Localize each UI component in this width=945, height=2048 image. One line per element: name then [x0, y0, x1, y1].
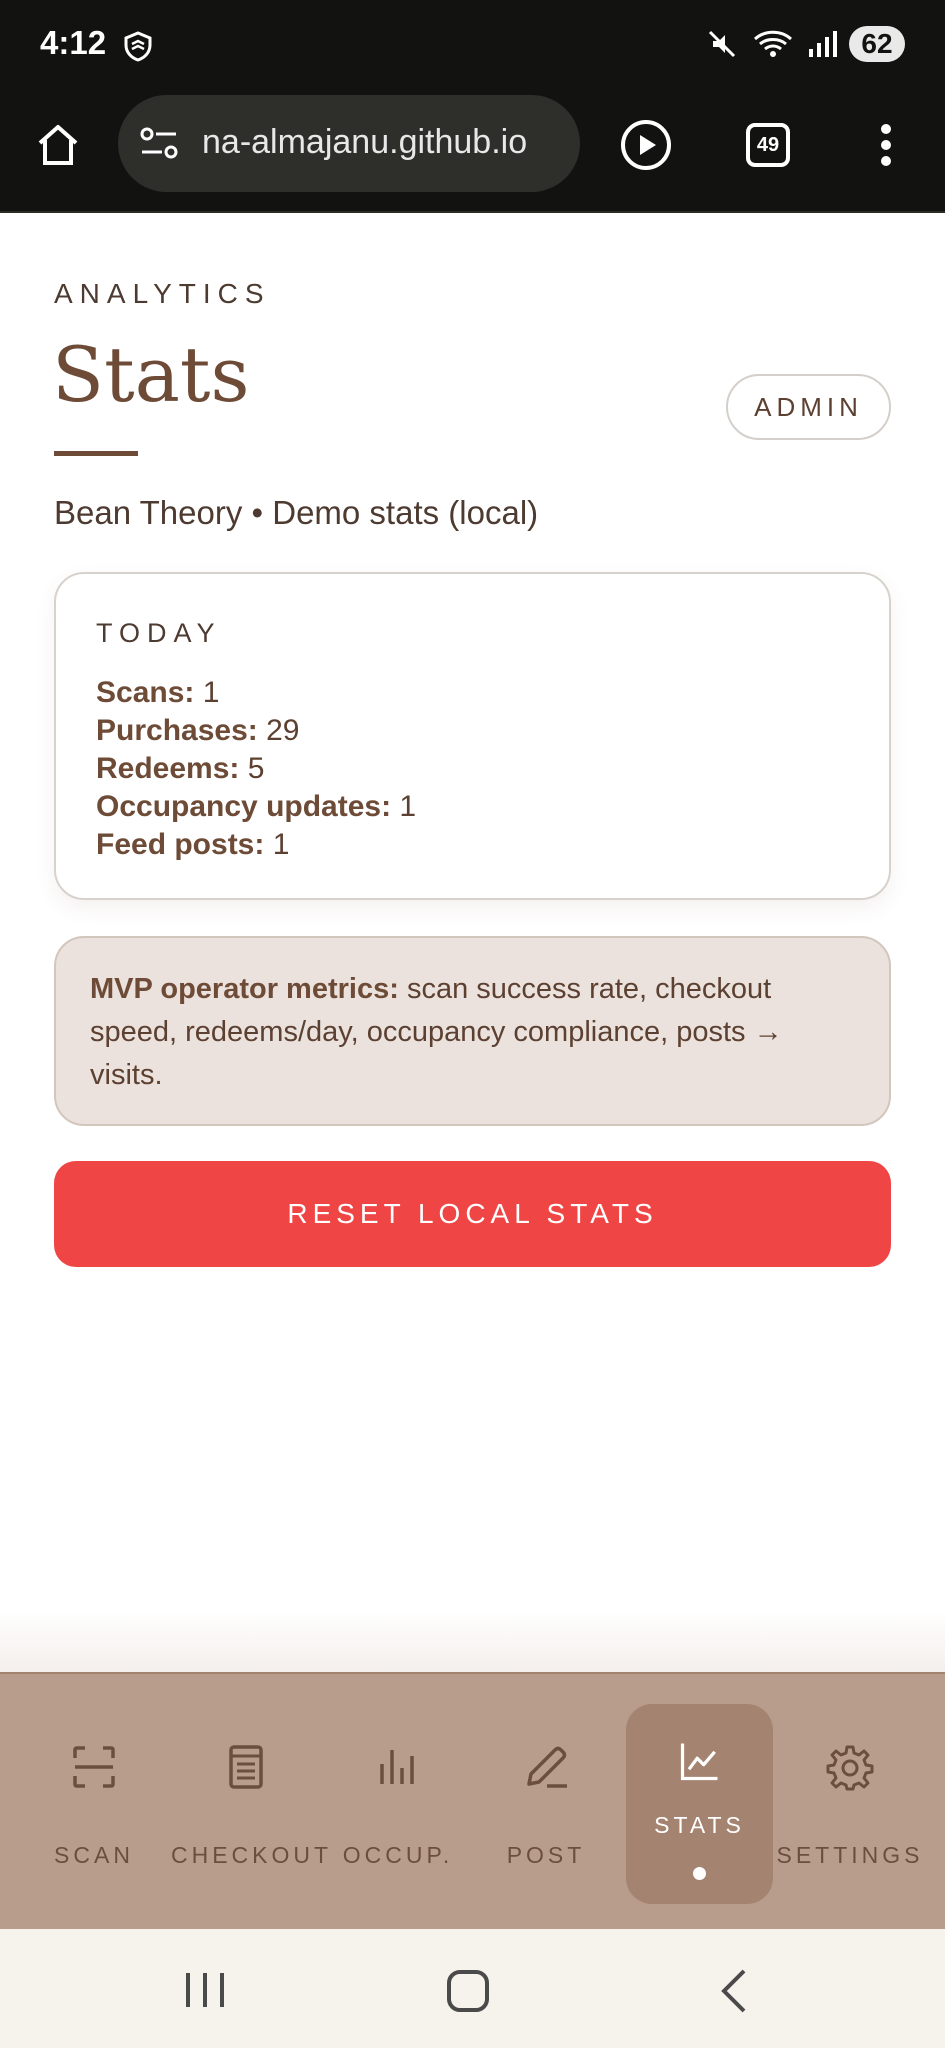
stat-occupancy-updates: Occupancy updates: 1	[96, 788, 416, 826]
stat-value: 1	[399, 790, 417, 823]
tab-count: 49	[756, 133, 780, 156]
back-icon[interactable]	[716, 1967, 750, 2015]
stat-label: Purchases:	[96, 714, 258, 747]
page-subtitle: Bean Theory • Demo stats (local)	[54, 494, 539, 531]
status-icons: 62	[705, 26, 905, 62]
nav-label: SETTINGS	[776, 1842, 924, 1868]
admin-badge[interactable]: ADMIN	[726, 374, 891, 440]
gear-icon	[826, 1745, 874, 1791]
today-stats-card: TODAY Scans: 1 Purchases: 29 Redeems: 5 …	[54, 572, 891, 900]
stat-purchases: Purchases: 29	[96, 712, 416, 750]
home-icon	[38, 125, 78, 165]
play-button[interactable]	[616, 115, 676, 175]
stat-value: 1	[272, 828, 290, 861]
reset-local-stats-button[interactable]: RESET LOCAL STATS	[54, 1161, 891, 1267]
home-nav-icon[interactable]	[446, 1969, 490, 2013]
nav-item-scan[interactable]: SCAN	[19, 1674, 169, 1931]
stat-value: 29	[266, 714, 300, 747]
line-chart-icon	[680, 1743, 717, 1781]
tabs-button[interactable]: 49	[740, 117, 796, 173]
stat-redeems: Redeems: 5	[96, 750, 416, 788]
home-button[interactable]	[30, 117, 86, 173]
more-menu-button[interactable]	[860, 117, 912, 173]
mute-icon	[708, 30, 736, 58]
content-fade	[0, 1610, 945, 1672]
nav-item-settings[interactable]: SETTINGS	[775, 1674, 925, 1931]
pencil-icon	[527, 1746, 567, 1788]
address-bar[interactable]: na-almajanu.github.io	[118, 95, 580, 192]
title-underline	[54, 451, 138, 456]
url-text: na-almajanu.github.io	[202, 123, 528, 161]
scan-icon	[73, 1746, 115, 1788]
section-eyebrow: ANALYTICS	[54, 278, 271, 309]
app-shield-icon	[124, 31, 152, 62]
nav-label: CHECKOUT	[171, 1842, 333, 1868]
bottom-nav: SCAN CHECKOUT OCCUP. POST STATS SETTINGS	[0, 1672, 945, 1929]
more-icon	[881, 124, 891, 166]
play-icon	[621, 120, 671, 170]
bar-chart-icon	[380, 1750, 414, 1784]
stats-list: Scans: 1 Purchases: 29 Redeems: 5 Occupa…	[96, 674, 416, 864]
stat-scans: Scans: 1	[96, 674, 416, 712]
signal-icon	[809, 31, 837, 57]
stat-label: Occupancy updates:	[96, 790, 392, 823]
stat-label: Feed posts:	[96, 828, 265, 861]
battery-indicator: 62	[849, 26, 905, 62]
nav-item-occupancy[interactable]: OCCUP.	[323, 1674, 473, 1931]
stat-value: 1	[202, 676, 220, 709]
receipt-icon	[229, 1745, 263, 1789]
nav-item-stats[interactable]: STATS	[626, 1704, 773, 1904]
nav-label: POST	[506, 1842, 586, 1868]
nav-item-checkout[interactable]: CHECKOUT	[171, 1674, 333, 1931]
nav-label: STATS	[654, 1812, 745, 1838]
stat-feed-posts: Feed posts: 1	[96, 826, 416, 864]
status-bar: 4:12 62	[0, 0, 945, 92]
browser-toolbar: na-almajanu.github.io 49	[0, 92, 945, 213]
nav-label: SCAN	[54, 1842, 134, 1868]
stat-label: Redeems:	[96, 752, 240, 785]
nav-label: OCCUP.	[342, 1842, 454, 1868]
wifi-icon	[753, 30, 793, 57]
card-label: TODAY	[96, 618, 222, 648]
nav-item-post[interactable]: POST	[471, 1674, 621, 1931]
metrics-note: MVP operator metrics: scan success rate,…	[54, 936, 891, 1126]
status-time: 4:12	[40, 24, 107, 61]
active-indicator-dot	[693, 1867, 706, 1880]
page-title: Stats	[52, 330, 250, 419]
metrics-note-title: MVP operator metrics:	[90, 973, 399, 1005]
stat-value: 5	[247, 752, 265, 785]
stat-label: Scans:	[96, 676, 195, 709]
recent-apps-icon[interactable]	[182, 1969, 228, 2011]
site-settings-icon[interactable]	[138, 123, 180, 165]
system-navigation-bar	[0, 1929, 945, 2048]
